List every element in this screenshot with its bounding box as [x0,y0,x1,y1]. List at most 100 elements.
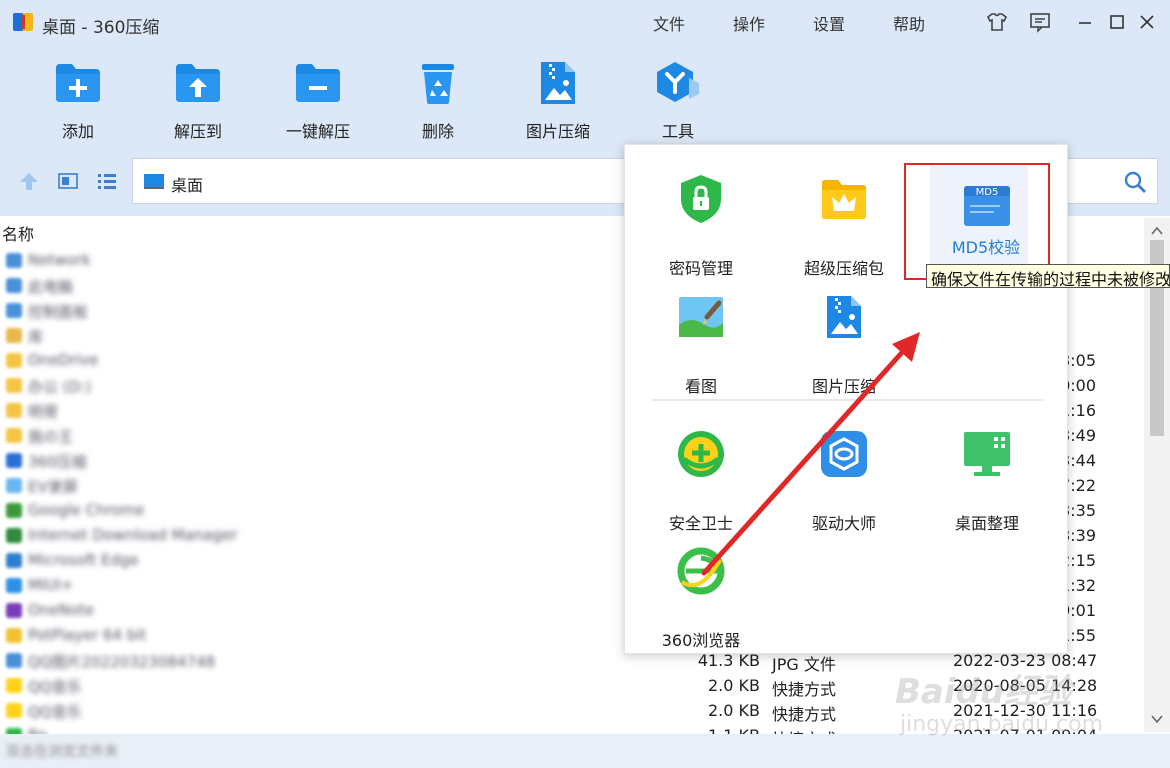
file-name: Internet Download Manager [28,526,238,544]
list-view-icon[interactable] [96,171,118,195]
file-icon [6,253,22,268]
one-click-extract-button[interactable]: 一键解压 [263,60,373,144]
dropdown-label: 安全卫士 [668,514,733,533]
file-name: 库 [28,328,44,346]
search-icon[interactable] [1123,170,1147,198]
file-icon [6,578,22,593]
scroll-up-icon[interactable] [1151,224,1163,240]
file-type: 快捷方式 [772,680,837,699]
dropdown-item-image-compress[interactable]: 图片压缩 [774,283,914,396]
dropdown-label: 360浏览器 [661,631,741,650]
file-icon [6,553,22,568]
360-browser-icon [676,546,726,600]
dropdown-divider [651,399,1043,401]
file-icon [6,703,22,718]
file-icon [6,653,22,668]
svg-text:MD5: MD5 [976,187,999,198]
dropdown-item-image-viewer[interactable]: 看图 [631,283,771,396]
file-icon [6,378,22,393]
file-name: QQ音乐 [28,703,82,721]
add-button[interactable]: 添加 [23,60,133,144]
minimize-icon[interactable] [1072,10,1098,34]
file-name: EV录屏 [28,478,78,496]
menu-operate[interactable]: 操作 [733,11,765,35]
window-title: 桌面 - 360压缩 [42,18,160,38]
dropdown-label: 密码管理 [668,259,733,278]
file-name: 360压缩 [28,453,87,471]
md5-item-foreground[interactable]: MD5 MD5校验 [916,164,1056,274]
column-name-header[interactable]: 名称 [2,221,34,245]
status-bar: 双击在浏览文件夹 [0,734,1170,768]
recycle-bin-icon [418,60,458,110]
file-name: 明哥 [28,403,59,421]
file-name: 控制面板 [28,303,89,321]
dropdown-item-360-security[interactable]: 安全卫士 [631,420,771,533]
thumbnail-view-icon[interactable] [57,171,79,195]
dropdown-item-driver-master[interactable]: 驱动大师 [774,420,914,533]
360-security-icon [676,429,726,483]
crown-folder-icon [820,177,868,225]
one-click-folder-icon [294,60,342,108]
file-name: 我の王 [28,428,74,446]
maximize-icon[interactable] [1104,10,1130,34]
picture-icon [677,295,725,343]
image-compress-button[interactable]: 图片压缩 [503,60,613,144]
menu-settings[interactable]: 设置 [813,11,845,35]
close-icon[interactable] [1134,10,1160,34]
one-click-extract-label: 一键解压 [285,122,350,141]
md5-label: MD5校验 [951,238,1021,257]
status-text: 双击在浏览文件夹 [6,744,118,760]
scroll-down-icon[interactable] [1151,712,1163,728]
delete-button[interactable]: 删除 [383,60,493,144]
up-arrow-icon[interactable] [18,171,40,195]
desktop-organizer-icon [962,430,1012,482]
tools-label: 工具 [661,122,694,141]
menu-help[interactable]: 帮助 [893,11,925,35]
file-name: PotPlayer 64 bit [28,626,147,644]
file-icon [6,603,22,618]
extract-folder-icon [174,60,222,108]
delete-label: 删除 [421,122,454,141]
dropdown-item-password-manager[interactable]: 密码管理 [631,165,771,278]
tools-icon [653,60,703,110]
address-path: 桌面 [171,176,204,195]
dropdown-item-360-browser[interactable]: 360浏览器 [631,537,771,650]
file-name: 此电脑 [28,278,74,296]
file-icon [6,453,22,468]
watermark-sub: jingyan.baidu.com [900,712,1104,737]
file-icon [6,628,22,643]
file-type: 快捷方式 [772,705,837,724]
tools-button[interactable]: 工具 [623,60,733,144]
md5-icon: MD5 [962,184,1012,232]
file-size: 2.0 KB [708,701,760,720]
desktop-icon [143,173,165,195]
file-name: MIUI+ [28,576,74,594]
file-icon [6,353,22,368]
file-name: Microsoft Edge [28,551,139,569]
dropdown-item-desktop-organizer[interactable]: 桌面整理 [917,420,1057,533]
file-name: Network [28,251,91,269]
extract-to-button[interactable]: 解压到 [143,60,253,144]
image-file-icon [539,60,577,110]
dropdown-item-super-archive[interactable]: 超级压缩包 [774,165,914,278]
file-size: 2.0 KB [708,676,760,695]
watermark: Baidu经验 [895,672,1073,712]
skin-icon[interactable] [984,10,1010,34]
dropdown-label: 图片压缩 [811,377,876,396]
dropdown-label: 看图 [684,377,717,396]
file-name: Google Chrome [28,501,145,519]
shield-lock-icon [677,173,725,229]
add-folder-icon [54,60,102,108]
file-icon [6,503,22,518]
image-file-icon [825,294,863,344]
add-label: 添加 [61,122,94,141]
menu-file[interactable]: 文件 [653,11,685,35]
file-icon [6,403,22,418]
feedback-icon[interactable] [1027,10,1053,34]
file-icon [6,303,22,318]
file-icon [6,328,22,343]
file-icon [6,428,22,443]
file-icon [6,528,22,543]
file-type: JPG 文件 [772,655,836,674]
dropdown-label: 超级压缩包 [803,259,884,278]
